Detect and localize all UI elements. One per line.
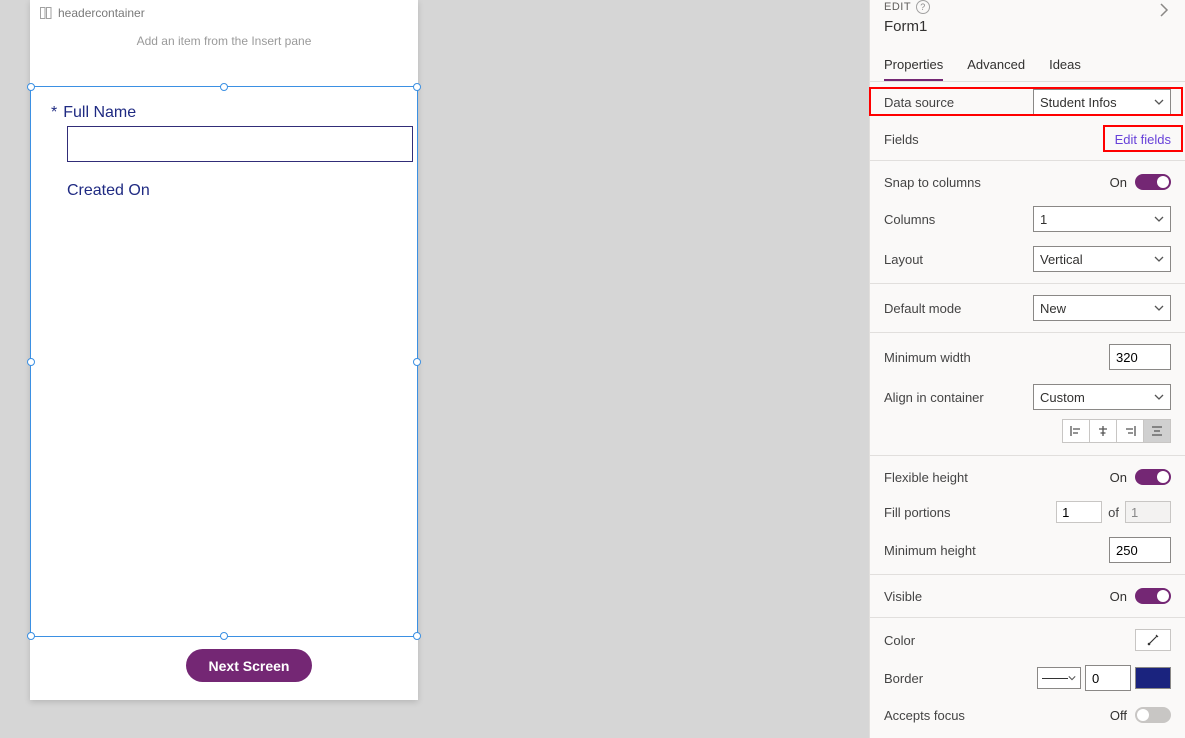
- row-min-height: Minimum height: [870, 530, 1185, 570]
- row-snap: Snap to columns On: [870, 165, 1185, 199]
- min-height-input[interactable]: [1109, 537, 1171, 563]
- header-container-label: headercontainer: [58, 6, 145, 20]
- row-layout: Layout Vertical: [870, 239, 1185, 279]
- row-visible: Visible On: [870, 579, 1185, 613]
- edit-breadcrumb: EDIT ?: [884, 0, 1171, 14]
- row-accepts-focus: Accepts focus Off: [870, 698, 1185, 732]
- fields-label: Fields: [884, 132, 919, 147]
- row-flex-height: Flexible height On: [870, 460, 1185, 494]
- align-icons-group: [1063, 419, 1171, 443]
- row-color: Color: [870, 622, 1185, 658]
- row-min-width: Minimum width: [870, 337, 1185, 377]
- layout-select[interactable]: Vertical: [1033, 246, 1171, 272]
- align-center-icon[interactable]: [1089, 419, 1117, 443]
- chevron-down-icon: [1154, 95, 1164, 110]
- row-border: Border: [870, 658, 1185, 698]
- chevron-right-icon[interactable]: [1157, 0, 1171, 23]
- align-left-icon[interactable]: [1062, 419, 1090, 443]
- columns-select[interactable]: 1: [1033, 206, 1171, 232]
- align-stretch-icon[interactable]: [1143, 419, 1171, 443]
- chevron-down-icon: [1154, 390, 1164, 405]
- fill-portions-of-input: [1125, 501, 1171, 523]
- snap-toggle[interactable]: [1135, 174, 1171, 190]
- row-columns: Columns 1: [870, 199, 1185, 239]
- chevron-down-icon: [1154, 301, 1164, 316]
- tab-ideas[interactable]: Ideas: [1049, 49, 1081, 81]
- full-name-label: Full Name: [63, 104, 136, 122]
- created-on-label: Created On: [67, 182, 397, 200]
- selected-control-title: Form1: [884, 14, 1171, 43]
- required-mark: *: [51, 104, 57, 122]
- edit-fields-link[interactable]: Edit fields: [1115, 132, 1171, 147]
- tab-properties[interactable]: Properties: [884, 49, 943, 81]
- properties-panel: EDIT ? Form1 Properties Advanced Ideas D…: [869, 0, 1185, 738]
- header-container[interactable]: headercontainer: [30, 0, 418, 26]
- align-right-icon[interactable]: [1116, 419, 1144, 443]
- row-fill-portions: Fill portions of: [870, 494, 1185, 530]
- data-source-select[interactable]: Student Infos: [1033, 89, 1171, 115]
- canvas-phone: headercontainer Add an item from the Ins…: [30, 0, 418, 700]
- border-width-input[interactable]: [1085, 665, 1131, 691]
- row-fields: Fields Edit fields: [870, 122, 1185, 156]
- next-screen-button[interactable]: Next Screen: [186, 649, 312, 682]
- min-width-input[interactable]: [1109, 344, 1171, 370]
- align-select[interactable]: Custom: [1033, 384, 1171, 410]
- tab-advanced[interactable]: Advanced: [967, 49, 1025, 81]
- accepts-focus-toggle[interactable]: [1135, 707, 1171, 723]
- full-name-input[interactable]: [67, 126, 413, 162]
- border-color-swatch[interactable]: [1135, 667, 1171, 689]
- full-name-label-row: * Full Name: [51, 104, 397, 122]
- color-picker-button[interactable]: [1135, 629, 1171, 651]
- help-icon[interactable]: ?: [916, 0, 930, 14]
- default-mode-select[interactable]: New: [1033, 295, 1171, 321]
- screen-card: headercontainer Add an item from the Ins…: [30, 0, 418, 700]
- chevron-down-icon: [1154, 212, 1164, 227]
- row-data-source: Data source Student Infos: [870, 82, 1185, 122]
- container-icon: [40, 7, 52, 19]
- data-source-label: Data source: [884, 95, 954, 110]
- row-default-mode: Default mode New: [870, 288, 1185, 328]
- flex-height-toggle[interactable]: [1135, 469, 1171, 485]
- row-align: Align in container Custom: [870, 377, 1185, 417]
- insert-hint: Add an item from the Insert pane: [30, 26, 418, 60]
- form1[interactable]: * Full Name Created On: [33, 86, 415, 636]
- visible-toggle[interactable]: [1135, 588, 1171, 604]
- fill-portions-input[interactable]: [1056, 501, 1102, 523]
- border-style-select[interactable]: [1037, 667, 1081, 689]
- chevron-down-icon: [1154, 252, 1164, 267]
